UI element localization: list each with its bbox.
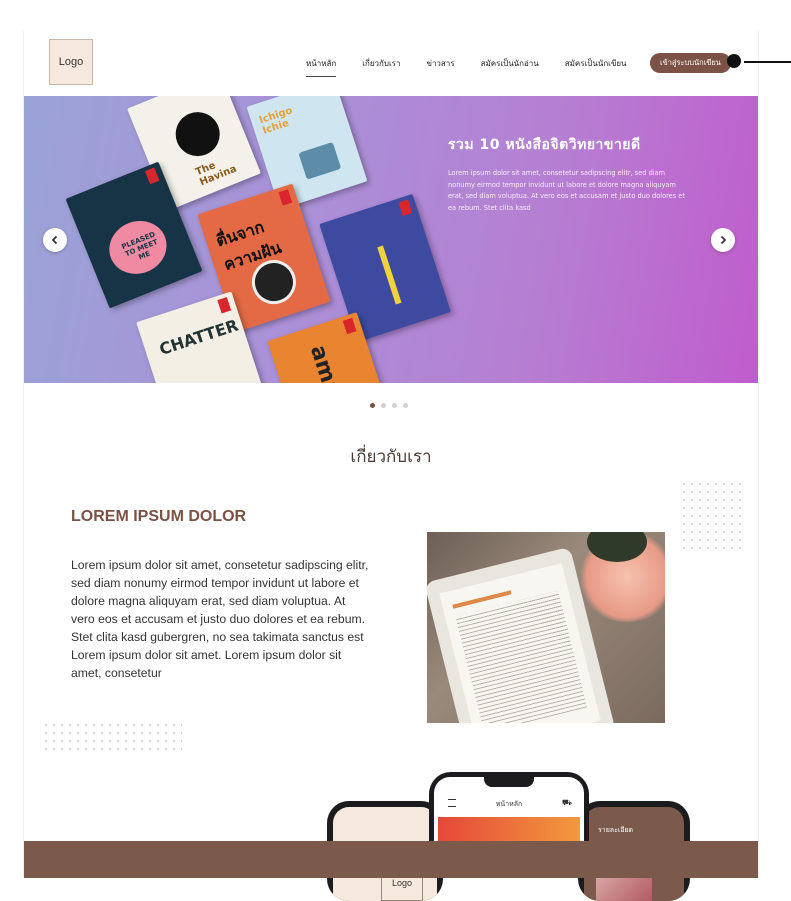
book-title: CHATTER — [156, 315, 241, 359]
decorative-dot-grid — [42, 721, 182, 753]
carousel-next-button[interactable] — [711, 228, 735, 252]
about-section-title: เกี่ยวกับเรา — [350, 447, 432, 467]
decorative-dot-grid — [680, 480, 742, 552]
chevron-left-icon — [51, 235, 58, 245]
main-nav: หน้าหลัก เกี่ยวกับเรา ข่าวสาร สมัครเป็นน… — [306, 53, 653, 77]
carousel-dot[interactable] — [403, 403, 408, 408]
about-heading: LOREM IPSUM DOLOR — [71, 508, 247, 525]
site-header: Logo หน้าหลัก เกี่ยวกับเรา ข่าวสาร สมัคร… — [24, 31, 758, 96]
logo[interactable]: Logo — [49, 39, 93, 85]
cursor-marker-line — [744, 61, 791, 63]
carousel-indicators — [370, 403, 408, 408]
writer-login-button[interactable]: เข้าสู่ระบบนักเขียน — [650, 53, 731, 73]
carousel-dot[interactable] — [392, 403, 397, 408]
book-title: Ichigo Ichie — [257, 105, 294, 137]
nav-item-news[interactable]: ข่าวสาร — [426, 53, 454, 74]
carousel-dot[interactable] — [381, 403, 386, 408]
about-image-tablet — [427, 532, 665, 723]
carousel-prev-button[interactable] — [43, 228, 67, 252]
hero-description: Lorem ipsum dolor sit amet, consetetur s… — [448, 169, 685, 212]
cursor-marker — [727, 54, 741, 68]
hero-banner: The Havina Ichigo Ichie PLEASED TO MEET … — [24, 96, 758, 383]
phone-title: รายละเอียด — [598, 826, 634, 834]
about-body-text: Lorem ipsum dolor sit amet, consetetur s… — [71, 558, 369, 680]
footer-band — [24, 841, 758, 878]
nav-item-writer-signup[interactable]: สมัครเป็นนักเขียน — [565, 53, 627, 74]
nav-item-home[interactable]: หน้าหลัก — [306, 53, 337, 77]
carousel-dot[interactable] — [370, 403, 375, 408]
hero-title: รวม 10 หนังสือจิตวิทยาขายดี — [448, 137, 641, 153]
book-title: ama — [304, 342, 345, 383]
nav-item-about[interactable]: เกี่ยวกับเรา — [362, 53, 400, 74]
cart-icon[interactable]: ⛟ — [562, 798, 572, 808]
chevron-right-icon — [720, 235, 727, 245]
page: Logo หน้าหลัก เกี่ยวกับเรา ข่าวสาร สมัคร… — [23, 31, 759, 901]
nav-item-reader-signup[interactable]: สมัครเป็นนักอ่าน — [481, 53, 539, 74]
